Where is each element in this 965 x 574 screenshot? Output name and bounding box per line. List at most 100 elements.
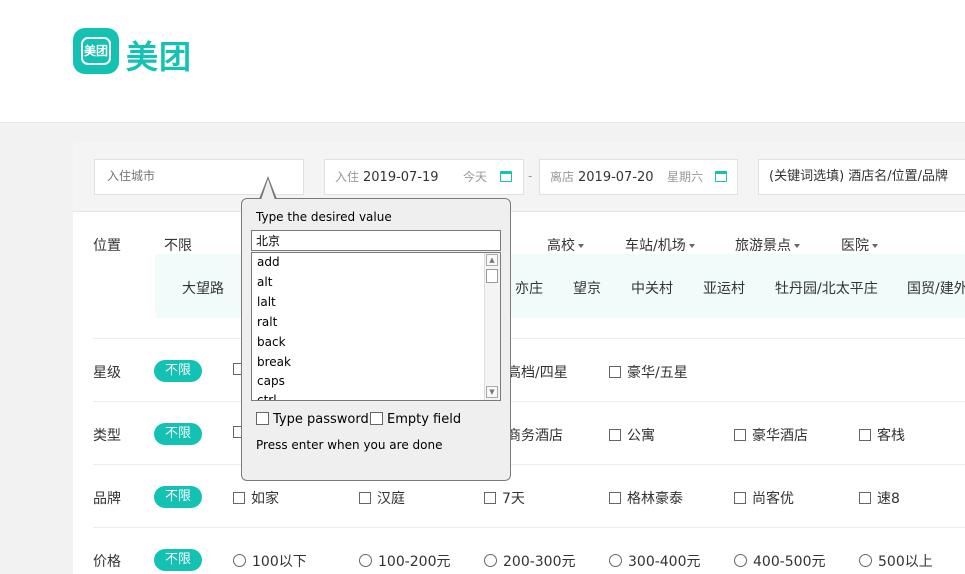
list-item[interactable]: lalt	[257, 295, 276, 309]
brand-label: 品牌	[93, 491, 121, 507]
list-scrollbar[interactable]: ▲ ▼	[484, 253, 500, 400]
calendar-icon[interactable]	[500, 171, 512, 182]
type-option-label: 商务酒店	[507, 428, 563, 444]
price-option-label: 100-200元	[378, 554, 451, 570]
checkbox[interactable]	[859, 429, 871, 441]
sub-location[interactable]: 大望路	[182, 278, 224, 298]
list-item[interactable]: ctrl	[257, 393, 277, 400]
location-attractions-label: 旅游景点	[735, 238, 791, 254]
empty-field-label: Empty field	[387, 412, 462, 427]
list-item[interactable]: ralt	[257, 315, 277, 329]
sub-location[interactable]: 国贸/建外	[907, 278, 965, 298]
chevron-down-icon	[578, 244, 584, 248]
price-option[interactable]: 100以下	[233, 551, 307, 571]
location-attractions[interactable]: 旅游景点	[735, 235, 800, 255]
price-option[interactable]: 300-400元	[609, 551, 701, 571]
type-option-label: 客栈	[877, 428, 905, 444]
price-option[interactable]: 100-200元	[359, 551, 451, 571]
location-colleges[interactable]: 高校	[547, 235, 584, 255]
list-item[interactable]: back	[257, 335, 286, 349]
brand-option[interactable]: 汉庭	[359, 488, 405, 508]
empty-field-option[interactable]: Empty field	[370, 412, 461, 427]
checkout-date-box[interactable]: 离店 2019-07-20 星期六	[539, 159, 738, 195]
checkbox[interactable]	[609, 492, 621, 504]
checkbox[interactable]	[256, 412, 269, 425]
price-all-pill[interactable]: 不限	[154, 549, 202, 571]
list-item[interactable]: caps	[257, 374, 285, 388]
checkbox[interactable]	[609, 366, 621, 378]
chevron-down-icon	[688, 244, 695, 248]
scroll-thumb[interactable]	[486, 269, 498, 283]
sub-location[interactable]: 中关村	[631, 278, 673, 298]
scroll-up-icon[interactable]: ▲	[486, 254, 498, 266]
radio[interactable]	[484, 554, 497, 567]
keyword-input[interactable]: (关键词选填) 酒店名/位置/品牌	[769, 169, 948, 184]
sub-location[interactable]: 望京	[573, 278, 601, 298]
location-hospitals[interactable]: 医院	[841, 235, 878, 255]
popup-value-input[interactable]	[251, 230, 501, 251]
checkbox[interactable]	[859, 492, 871, 504]
brand-option-label: 7天	[502, 491, 525, 507]
logo-text[interactable]: 美团	[126, 32, 192, 78]
type-option[interactable]: 客栈	[859, 425, 905, 445]
checkin-date: 2019-07-19	[363, 170, 439, 185]
brand-all-pill[interactable]: 不限	[154, 486, 202, 508]
type-option[interactable]: 豪华酒店	[734, 425, 808, 445]
location-stations[interactable]: 车站/机场	[625, 235, 695, 255]
divider	[93, 464, 965, 465]
chevron-down-icon	[872, 244, 878, 248]
calendar-icon[interactable]	[715, 171, 727, 182]
location-label: 位置	[93, 238, 121, 254]
list-item[interactable]: break	[257, 355, 291, 369]
price-option[interactable]: 500以上	[859, 551, 933, 571]
sub-location[interactable]: 亚运村	[703, 278, 745, 298]
price-option-label: 500以上	[878, 554, 933, 570]
radio[interactable]	[233, 554, 246, 567]
radio[interactable]	[359, 554, 372, 567]
list-item[interactable]: alt	[257, 275, 272, 289]
popup-key-list[interactable]: add alt lalt ralt back break caps ctrl ▲…	[251, 252, 501, 401]
checkout-day: 星期六	[667, 170, 704, 184]
checkbox[interactable]	[734, 492, 746, 504]
brand-option[interactable]: 速8	[859, 488, 900, 508]
price-option-label: 200-300元	[503, 554, 576, 570]
checkout-label: 离店	[550, 170, 575, 184]
star-option[interactable]: 豪华/五星	[609, 362, 688, 382]
brand-option-label: 速8	[877, 491, 900, 507]
radio[interactable]	[609, 554, 622, 567]
type-all-pill[interactable]: 不限	[154, 423, 202, 445]
sub-location[interactable]: 牡丹园/北太平庄	[775, 278, 878, 298]
brand-option-label: 如家	[251, 491, 279, 507]
checkbox[interactable]	[484, 492, 496, 504]
divider	[93, 527, 965, 528]
sub-location[interactable]: 亦庄	[515, 278, 543, 298]
price-option-label: 300-400元	[628, 554, 701, 570]
checkbox[interactable]	[359, 492, 371, 504]
checkbox[interactable]	[609, 429, 621, 441]
price-option[interactable]: 200-300元	[484, 551, 576, 571]
search-bar: 入住2019-07-19 今天 - 离店2019-07-20 星期六 (关键词选…	[73, 142, 965, 212]
checkbox[interactable]	[233, 492, 245, 504]
list-item[interactable]: add	[257, 255, 280, 269]
brand-option[interactable]: 如家	[233, 488, 279, 508]
type-option[interactable]: 商务酒店	[507, 425, 563, 445]
meituan-logo-icon[interactable]: 美团	[73, 28, 119, 74]
location-all[interactable]: 不限	[164, 235, 192, 255]
star-all-pill[interactable]: 不限	[154, 360, 202, 382]
scroll-down-icon[interactable]: ▼	[486, 386, 498, 398]
type-password-label: Type password	[273, 412, 369, 427]
keyword-input-box[interactable]: (关键词选填) 酒店名/位置/品牌	[758, 159, 965, 195]
checkbox[interactable]	[370, 412, 383, 425]
star-option[interactable]: 高档/四星	[507, 362, 568, 382]
checkbox[interactable]	[734, 429, 746, 441]
price-option[interactable]: 400-500元	[734, 551, 826, 571]
brand-option[interactable]: 格林豪泰	[609, 488, 683, 508]
type-password-option[interactable]: Type password	[256, 412, 369, 427]
price-option-label: 100以下	[252, 554, 307, 570]
brand-option[interactable]: 7天	[484, 488, 525, 508]
brand-option[interactable]: 尚客优	[734, 488, 794, 508]
radio[interactable]	[859, 554, 872, 567]
radio[interactable]	[734, 554, 747, 567]
type-option[interactable]: 公寓	[609, 425, 655, 445]
checkin-date-box[interactable]: 入住 2019-07-19 今天	[324, 159, 524, 195]
